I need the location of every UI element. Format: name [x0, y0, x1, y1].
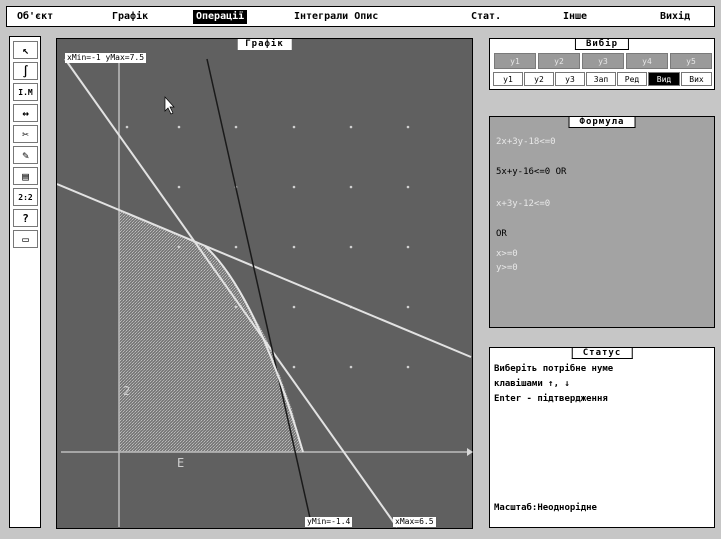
menu-stat[interactable]: Стат.: [468, 10, 504, 24]
choice-cell-y4[interactable]: y4: [626, 53, 668, 69]
formula-line-5[interactable]: x>=0: [496, 249, 518, 259]
resize-icon[interactable]: ↔: [13, 104, 38, 122]
svg-text:2: 2: [123, 384, 130, 398]
mode-save[interactable]: Зап: [586, 72, 616, 86]
choice-cell-y3[interactable]: y3: [582, 53, 624, 69]
formula-line-3[interactable]: x+3y-12<=0: [496, 199, 550, 209]
fill-icon[interactable]: ▤: [13, 167, 38, 185]
svg-text:E: E: [177, 456, 184, 470]
status-title: Статус: [571, 348, 633, 359]
graph-title: Графік: [237, 39, 292, 50]
status-line-3: Enter - підтвердження: [494, 394, 608, 404]
feasible-region: [119, 209, 303, 452]
formula-line-2[interactable]: 5x+y-16<=0 OR: [496, 167, 566, 177]
status-line-2: клавішами ↑, ↓: [494, 379, 570, 389]
status-scale: Масштаб:Неоднорідне: [494, 503, 597, 513]
mode-y1[interactable]: y1: [493, 72, 523, 86]
status-line-1: Виберіть потрібне нуме: [494, 364, 614, 374]
menu-operations[interactable]: Операції: [193, 10, 248, 24]
constraint-line-1: [64, 58, 398, 528]
x-axis-arrow: [467, 448, 473, 456]
brush-icon[interactable]: ✎: [13, 146, 38, 164]
choice-panel: Вибір y1 y2 y3 y4 y5 y1 y2 y3 Зап Ред Ви…: [489, 38, 715, 90]
readout-xmin-ymax: xMin=-1 yMax=7.5: [65, 53, 147, 63]
formula-line-4[interactable]: OR: [496, 229, 507, 239]
choice-title: Вибір: [574, 39, 630, 50]
scissors-icon[interactable]: ✂: [13, 125, 38, 143]
mouse-cursor-icon: [164, 96, 175, 115]
ratio-icon[interactable]: 2:2: [13, 188, 38, 206]
mode-exit[interactable]: Вих: [681, 72, 712, 86]
formula-line-1[interactable]: 2x+3y-18<=0: [496, 137, 556, 147]
menu-exit[interactable]: Вихід: [657, 10, 693, 24]
mode-y2[interactable]: y2: [524, 72, 554, 86]
mode-view[interactable]: Вид: [648, 72, 680, 86]
mode-edit[interactable]: Ред: [617, 72, 647, 86]
integral-icon[interactable]: ∫: [13, 62, 38, 80]
readout-xmax: xMax=6.5: [393, 517, 436, 527]
formula-line-6[interactable]: y>=0: [496, 263, 518, 273]
mode-y3[interactable]: y3: [555, 72, 585, 86]
graph-canvas[interactable]: E 2: [57, 39, 474, 530]
menu-graph[interactable]: Графік: [109, 10, 151, 24]
status-panel: Статус Виберіть потрібне нуме клавішами …: [489, 347, 715, 528]
formula-title: Формула: [568, 117, 636, 128]
help-icon[interactable]: ?: [13, 209, 38, 227]
tool-palette: ↖ ∫ I.M ↔ ✂ ✎ ▤ 2:2 ? ▭: [9, 36, 41, 528]
window-icon[interactable]: ▭: [13, 230, 38, 248]
readout-ymin: yMin=-1.4: [305, 517, 353, 527]
menu-object[interactable]: Об'єкт: [14, 10, 56, 24]
menu-other[interactable]: Інше: [560, 10, 590, 24]
interval-icon[interactable]: I.M: [13, 83, 38, 101]
choice-cell-y2[interactable]: y2: [538, 53, 580, 69]
menu-bar: Об'єкт Графік Операції Інтеграли Опис Ст…: [6, 6, 715, 27]
menu-integrals[interactable]: Інтеграли Опис: [291, 10, 381, 24]
choice-cell-y5[interactable]: y5: [670, 53, 712, 69]
cursor-icon[interactable]: ↖: [13, 41, 38, 59]
choice-cell-y1[interactable]: y1: [494, 53, 536, 69]
graph-window[interactable]: E 2 Графік xMin=-1 yMax=7.5 yMin=-1.4 xM…: [56, 38, 473, 529]
formula-panel: Формула 2x+3y-18<=0 5x+y-16<=0 OR x+3y-1…: [489, 116, 715, 328]
